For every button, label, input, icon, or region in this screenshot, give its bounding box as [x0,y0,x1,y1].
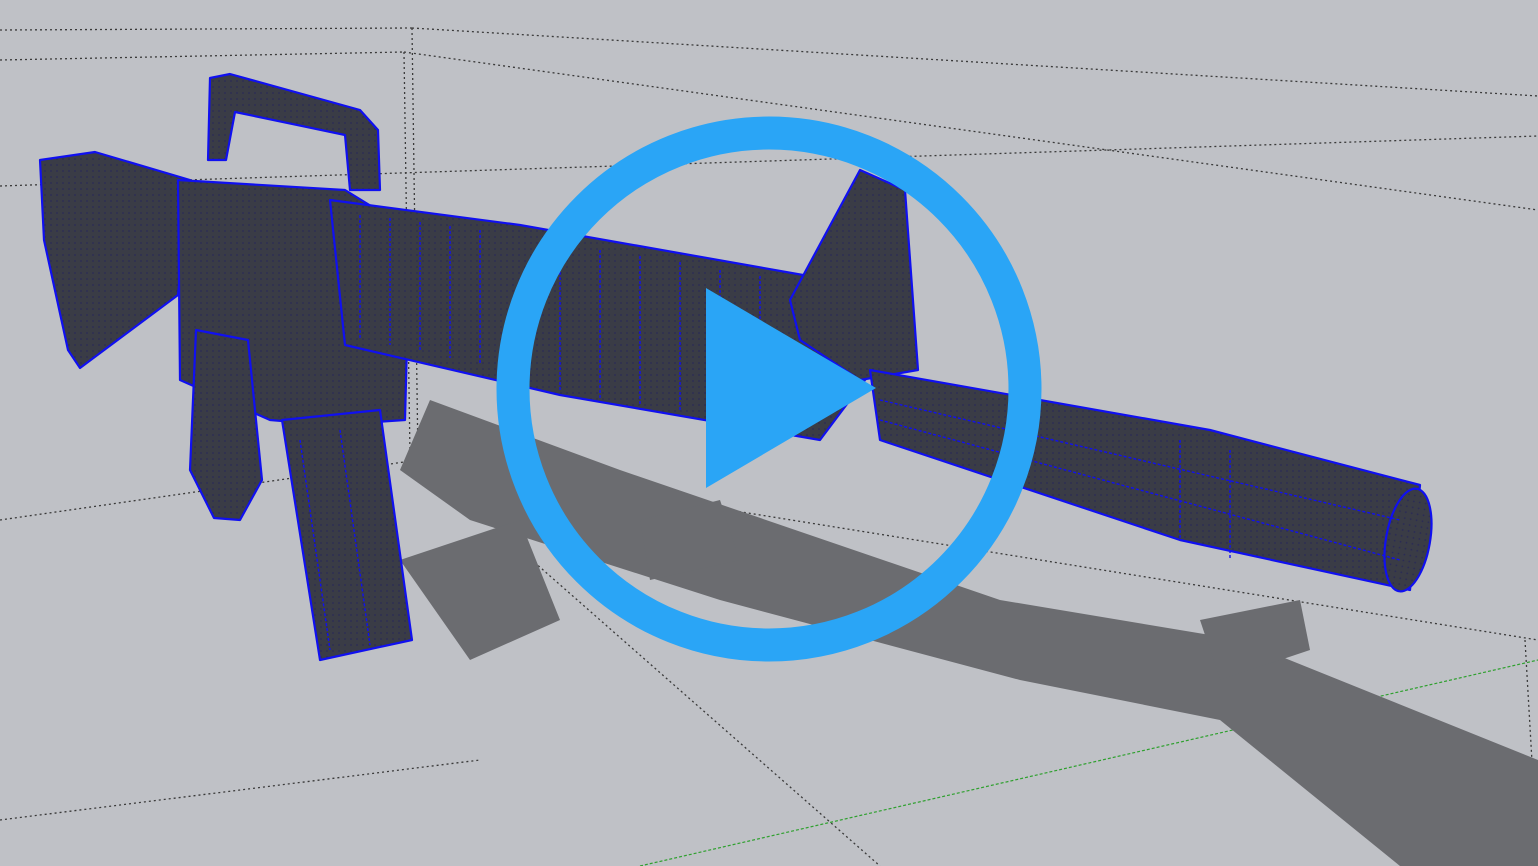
3d-viewport[interactable] [0,0,1538,866]
play-icon [496,116,1042,662]
play-button[interactable] [496,116,1042,662]
